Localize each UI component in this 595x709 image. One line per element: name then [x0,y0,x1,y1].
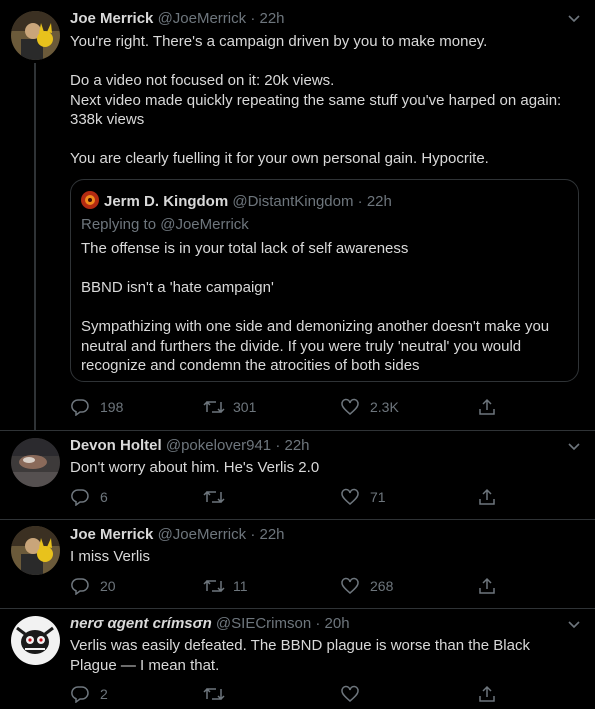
quote-text: The offense is in your total lack of sel… [81,240,550,374]
timestamp[interactable]: 22h [259,10,284,27]
quote-handle: @DistantKingdom [232,193,354,210]
retweet-icon [203,400,225,414]
tweet-feed: Joe Merrick @JoeMerrick · 22h You're rig… [0,0,595,709]
tweet[interactable]: nerσ αgent crímsσn @SIECrimson · 20h Ver… [0,609,595,709]
separator-dot: · [357,193,363,210]
like-icon [341,577,359,594]
tweet-header: Devon Holtel @pokelover941 · 22h [70,436,310,456]
like-count: 268 [370,578,394,594]
avatar[interactable] [11,526,60,575]
share-icon [479,488,495,505]
avatar[interactable] [11,616,60,665]
tweet-header: Joe Merrick @JoeMerrick · 22h [70,525,285,545]
retweet-icon [203,490,225,504]
user-handle[interactable]: @pokelover941 [166,437,271,454]
tweet-actions: 2 [70,684,500,704]
chevron-down-icon[interactable] [567,620,581,630]
quote-timestamp: 22h [366,193,392,210]
separator-dot: · [250,526,256,543]
share-icon [479,685,495,702]
reply-icon [71,686,89,703]
user-handle[interactable]: @JoeMerrick [158,526,247,543]
like-count: 71 [370,489,386,505]
like-count: 2.3K [370,399,399,415]
tweet-actions: 20 11 268 [70,576,500,596]
tweet[interactable]: Joe Merrick @JoeMerrick · 22h I miss Ver… [0,520,595,608]
thread-line [34,63,36,430]
user-handle[interactable]: @JoeMerrick [158,10,247,27]
reply-count: 198 [100,399,124,415]
retweet-count: 11 [233,578,248,594]
retweet-count: 301 [233,399,257,415]
quote-header: Jerm D. Kingdom @DistantKingdom · 22h [81,191,392,211]
chevron-down-icon[interactable] [567,442,581,452]
tweet-actions: 6 71 [70,487,500,507]
timestamp[interactable]: 22h [285,437,310,454]
tweet-header: Joe Merrick @JoeMerrick · 22h [70,9,285,29]
timestamp[interactable]: 20h [325,615,350,632]
quote-display-name: Jerm D. Kingdom [104,193,229,210]
avatar[interactable] [11,11,60,60]
tweet[interactable]: Joe Merrick @JoeMerrick · 22h You're rig… [0,0,595,430]
reply-icon [71,399,89,416]
retweet-icon [203,579,225,593]
tweet-actions: 198 301 2.3K [70,397,500,417]
reply-icon [71,489,89,506]
like-icon [341,398,359,415]
reply-icon [71,578,89,595]
tweet-text: Verlis was easily defeated. The BBND pla… [70,637,530,674]
like-icon [341,685,359,702]
display-name[interactable]: nerσ αgent crímsσn [70,615,212,632]
display-name[interactable]: Joe Merrick [70,526,153,543]
reply-count: 2 [100,686,108,702]
replying-to-label: Replying to [81,216,157,233]
separator-dot: · [250,10,256,27]
replying-to: Replying to @JoeMerrick [81,216,249,233]
timestamp[interactable]: 22h [259,526,284,543]
quote-avatar [81,191,99,209]
display-name[interactable]: Devon Holtel [70,437,162,454]
tweet[interactable]: Devon Holtel @pokelover941 · 22h Don't w… [0,431,595,519]
quoted-tweet[interactable]: Jerm D. Kingdom @DistantKingdom · 22h Re… [70,179,579,382]
separator-dot: · [315,615,321,632]
share-icon [479,398,495,415]
tweet-text: You're right. There's a campaign driven … [70,33,562,167]
like-icon [341,488,359,505]
avatar[interactable] [11,438,60,487]
retweet-icon [203,687,225,701]
display-name[interactable]: Joe Merrick [70,10,153,27]
tweet-header: nerσ αgent crímsσn @SIECrimson · 20h [70,614,350,634]
replying-to-handle: @JoeMerrick [160,216,249,233]
user-handle[interactable]: @SIECrimson [216,615,311,632]
tweet-text: Don't worry about him. He's Verlis 2.0 [70,459,320,476]
share-icon [479,577,495,594]
reply-count: 6 [100,489,108,505]
separator-dot: · [275,437,281,454]
chevron-down-icon[interactable] [567,14,581,24]
tweet-text: I miss Verlis [70,548,151,565]
reply-count: 20 [100,578,116,594]
